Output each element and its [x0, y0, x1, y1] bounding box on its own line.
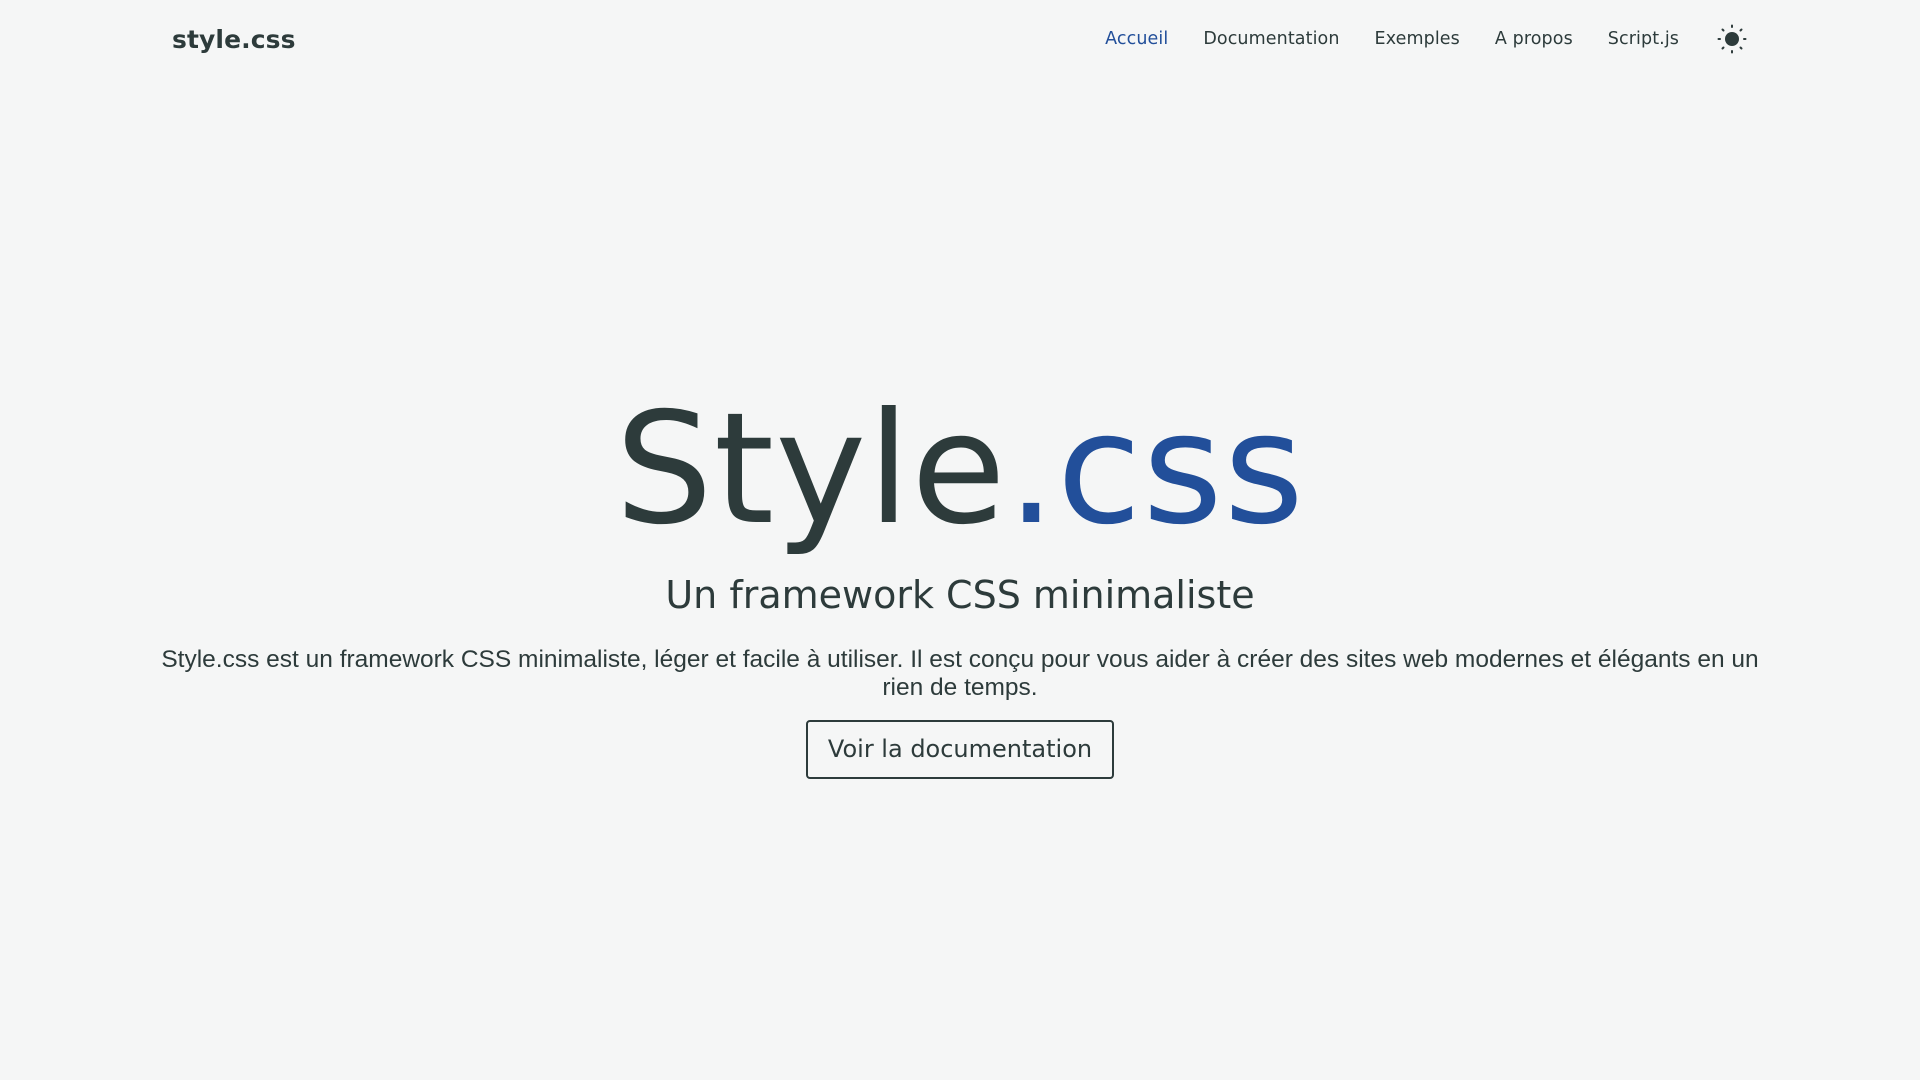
nav-link-a-propos[interactable]: A propos: [1495, 29, 1573, 49]
nav-link-exemples[interactable]: Exemples: [1375, 29, 1460, 49]
brand-logo-link[interactable]: style.css: [172, 25, 296, 54]
nav-link-scriptjs[interactable]: Script.js: [1608, 29, 1679, 49]
sun-icon: [1717, 24, 1747, 54]
hero-subtitle: Un framework CSS minimaliste: [665, 573, 1255, 617]
nav-link-accueil[interactable]: Accueil: [1105, 29, 1168, 49]
nav-link-documentation[interactable]: Documentation: [1203, 29, 1339, 49]
hero-section: Style.css Un framework CSS minimaliste S…: [0, 375, 1920, 779]
theme-toggle-button[interactable]: [1716, 23, 1748, 55]
hero-title: Style.css: [0, 375, 1920, 565]
hero-title-main: Style: [615, 380, 1007, 559]
navbar: style.css Accueil Documentation Exemples…: [0, 0, 1920, 78]
main-nav: Accueil Documentation Exemples A propos …: [1105, 23, 1748, 55]
hero-title-accent: .css: [1006, 380, 1305, 559]
hero-description: Style.css est un framework CSS minimalis…: [161, 646, 1759, 701]
view-documentation-button[interactable]: Voir la documentation: [805, 720, 1115, 779]
